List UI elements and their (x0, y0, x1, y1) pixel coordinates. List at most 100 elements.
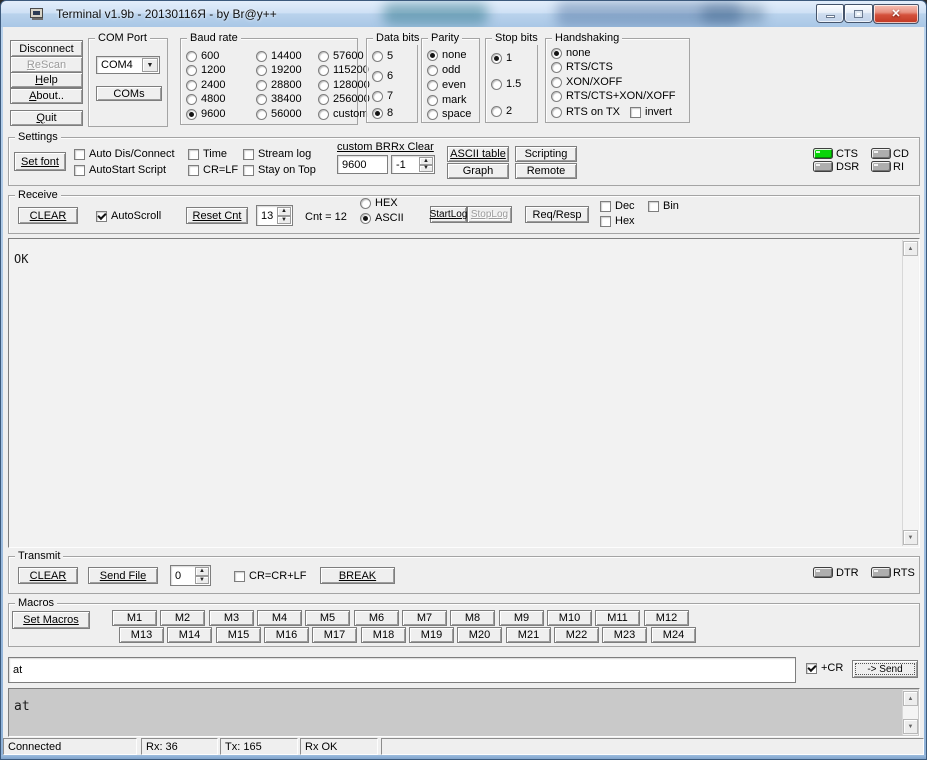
remote-button[interactable]: Remote (515, 163, 577, 179)
macro-m4-button[interactable]: M4 (257, 610, 302, 626)
custom-br-input[interactable]: 9600 (337, 155, 388, 174)
macro-m17-button[interactable]: M17 (312, 627, 357, 643)
macro-m23-button[interactable]: M23 (602, 627, 647, 643)
stay-on-top-checkbox[interactable]: Stay on Top (243, 164, 316, 176)
baud-2400-radio[interactable]: 2400 (186, 79, 225, 91)
stopbits-2-radio[interactable]: 2 (491, 105, 512, 117)
bin-checkbox[interactable]: Bin (648, 200, 679, 212)
macro-m18-button[interactable]: M18 (361, 627, 406, 643)
databits-5-radio[interactable]: 5 (372, 50, 393, 62)
macro-m24-button[interactable]: M24 (651, 627, 696, 643)
macro-m10-button[interactable]: M10 (547, 610, 592, 626)
rts-led[interactable] (871, 567, 891, 578)
help-button[interactable]: Help (10, 72, 83, 88)
spin-down-icon[interactable]: ▼ (419, 165, 433, 173)
tx-delay-spinner[interactable]: 0 ▲ ▼ (170, 565, 211, 586)
quit-button[interactable]: Quit (10, 110, 83, 126)
baud-38400-radio[interactable]: 38400 (256, 93, 302, 105)
macro-m7-button[interactable]: M7 (402, 610, 447, 626)
scroll-up-icon[interactable]: ▲ (903, 691, 918, 706)
baud-57600-radio[interactable]: 57600 (318, 50, 364, 62)
macro-m2-button[interactable]: M2 (160, 610, 205, 626)
scroll-down-icon[interactable]: ▼ (903, 719, 918, 734)
send-file-button[interactable]: Send File (88, 567, 158, 584)
macro-m19-button[interactable]: M19 (409, 627, 454, 643)
baud-14400-radio[interactable]: 14400 (256, 50, 302, 62)
baud-9600-radio[interactable]: 9600 (186, 108, 225, 120)
stream-log-checkbox[interactable]: Stream log (243, 148, 311, 160)
macro-m15-button[interactable]: M15 (216, 627, 261, 643)
baud-4800-radio[interactable]: 4800 (186, 93, 225, 105)
time-checkbox[interactable]: Time (188, 148, 227, 160)
databits-6-radio[interactable]: 6 (372, 70, 393, 82)
send-input[interactable] (8, 657, 796, 683)
databits-8-radio[interactable]: 8 (372, 107, 393, 119)
macro-m13-button[interactable]: M13 (119, 627, 164, 643)
macro-m1-button[interactable]: M1 (112, 610, 157, 626)
baud-600-radio[interactable]: 600 (186, 50, 219, 62)
macro-m8-button[interactable]: M8 (450, 610, 495, 626)
spin-down-icon[interactable]: ▼ (195, 576, 209, 585)
macro-m16-button[interactable]: M16 (264, 627, 309, 643)
scripting-button[interactable]: Scripting (515, 146, 577, 162)
scroll-up-icon[interactable]: ▲ (903, 241, 918, 256)
macro-m21-button[interactable]: M21 (506, 627, 551, 643)
stopbits-1-radio[interactable]: 1 (491, 52, 512, 64)
rx-hex-radio[interactable]: HEX (360, 197, 398, 209)
req-resp-button[interactable]: Req/Resp (525, 206, 589, 223)
auto-dis-connect-checkbox[interactable]: Auto Dis/Connect (74, 148, 175, 160)
databits-7-radio[interactable]: 7 (372, 90, 393, 102)
close-button[interactable]: ✕ (873, 4, 919, 24)
dtr-led[interactable] (813, 567, 833, 578)
disconnect-button[interactable]: Disconnect (10, 40, 83, 57)
scroll-down-icon[interactable]: ▼ (903, 530, 918, 545)
macro-m6-button[interactable]: M6 (354, 610, 399, 626)
hex-checkbox[interactable]: Hex (600, 215, 635, 227)
break-button[interactable]: BREAK (320, 567, 395, 584)
macro-m9-button[interactable]: M9 (499, 610, 544, 626)
macro-m22-button[interactable]: M22 (554, 627, 599, 643)
handshaking-rts-on-tx-radio[interactable]: RTS on TX (551, 106, 620, 118)
parity-odd-radio[interactable]: odd (427, 64, 460, 76)
spin-down-icon[interactable]: ▼ (277, 216, 291, 225)
monitor-scrollbar[interactable]: ▲ ▼ (902, 690, 918, 735)
parity-mark-radio[interactable]: mark (427, 94, 466, 106)
parity-space-radio[interactable]: space (427, 108, 471, 120)
baud-56000-radio[interactable]: 56000 (256, 108, 302, 120)
cr-lf-checkbox[interactable]: CR=LF (188, 164, 238, 176)
baud-115200-radio[interactable]: 115200 (318, 64, 369, 76)
spin-up-icon[interactable]: ▲ (195, 567, 209, 576)
maximize-button[interactable] (844, 4, 873, 23)
baud-256000-radio[interactable]: 256000 (318, 93, 370, 105)
handshaking-rts-cts-xon-xoff-radio[interactable]: RTS/CTS+XON/XOFF (551, 90, 676, 102)
receive-clear-button[interactable]: CLEAR (18, 207, 78, 224)
receive-scrollbar[interactable]: ▲ ▼ (902, 240, 918, 546)
invert-checkbox[interactable]: invert (630, 106, 672, 118)
baud-custom-radio[interactable]: custom (318, 108, 368, 120)
macro-m20-button[interactable]: M20 (457, 627, 502, 643)
spin-up-icon[interactable]: ▲ (419, 157, 433, 165)
coms-button[interactable]: COMs (96, 86, 162, 101)
handshaking-none-radio[interactable]: none (551, 47, 590, 59)
spin-up-icon[interactable]: ▲ (277, 207, 291, 216)
startlog-button[interactable]: StartLog (430, 206, 467, 223)
ascii-table-button[interactable]: ASCII table (447, 146, 509, 162)
macro-m12-button[interactable]: M12 (644, 610, 689, 626)
baud-28800-radio[interactable]: 28800 (256, 79, 302, 91)
reset-cnt-button[interactable]: Reset Cnt (186, 207, 248, 224)
chevron-down-icon[interactable]: ▼ (142, 58, 158, 72)
baud-1200-radio[interactable]: 1200 (186, 64, 225, 76)
dec-checkbox[interactable]: Dec (600, 200, 635, 212)
about-button[interactable]: About.. (10, 88, 83, 104)
cr-crlf-checkbox[interactable]: CR=CR+LF (234, 570, 306, 582)
baud-128000-radio[interactable]: 128000 (318, 79, 370, 91)
macro-m3-button[interactable]: M3 (209, 610, 254, 626)
rx-ascii-radio[interactable]: ASCII (360, 212, 404, 224)
set-macros-button[interactable]: Set Macros (12, 611, 90, 629)
handshaking-xon-xoff-radio[interactable]: XON/XOFF (551, 76, 622, 88)
macro-m11-button[interactable]: M11 (595, 610, 640, 626)
handshaking-rts-cts-radio[interactable]: RTS/CTS (551, 61, 613, 73)
plus-cr-checkbox[interactable]: +CR (806, 662, 843, 674)
rx-clear-spinner[interactable]: -1 ▲ ▼ (391, 155, 435, 174)
graph-button[interactable]: Graph (447, 163, 509, 179)
